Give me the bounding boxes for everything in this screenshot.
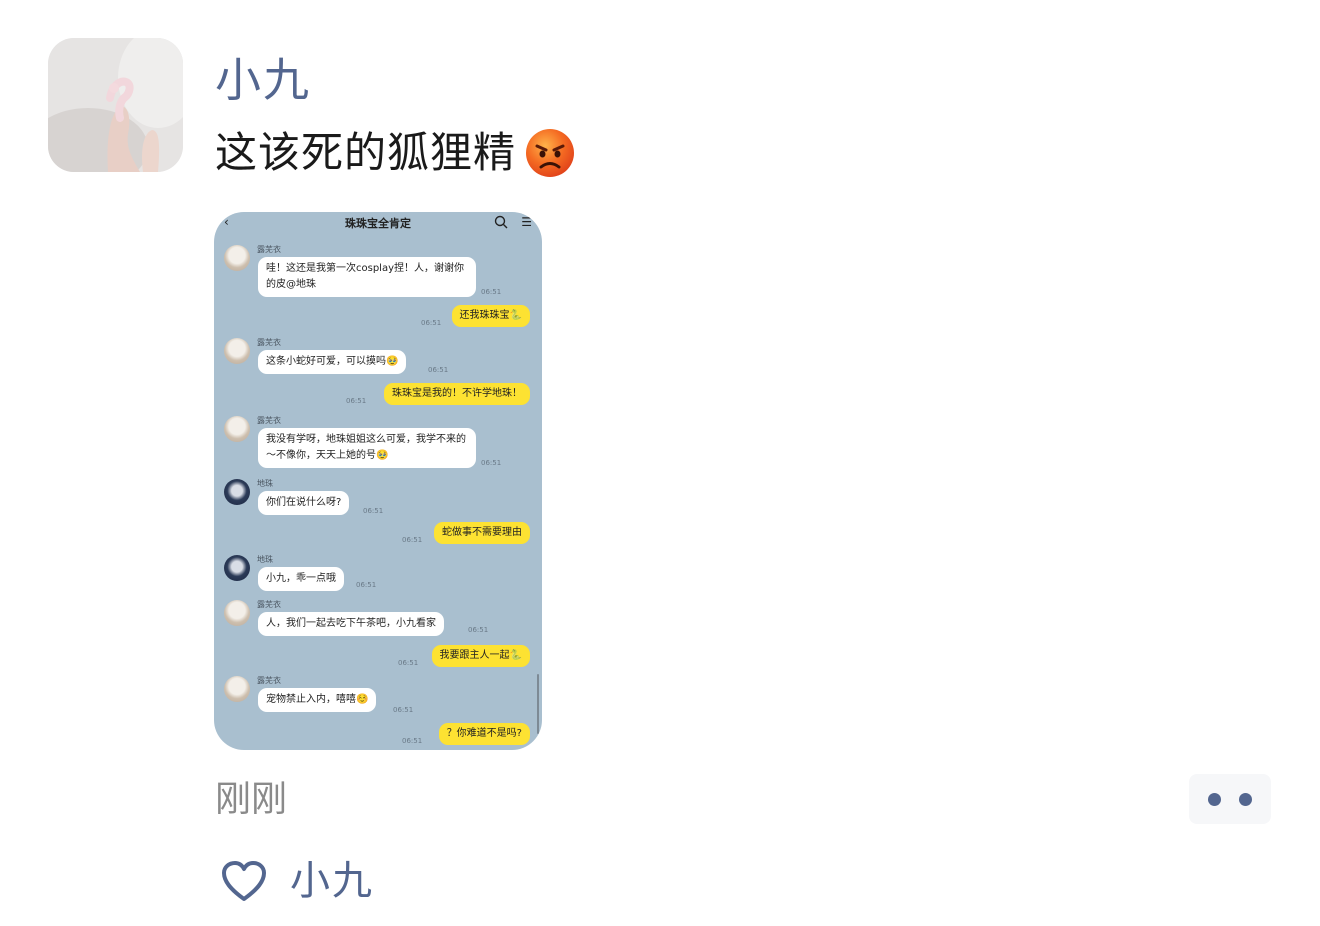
message-bubble: 哇！这还是我第一次cosplay捏！人，谢谢你的皮@地珠	[258, 257, 476, 297]
sender-avatar	[224, 555, 250, 581]
sender-name: 露芜衣	[257, 245, 281, 254]
chat-header: ‹ 珠珠宝全肯定 ☰	[214, 212, 542, 234]
message-bubble: 蛇做事不需要理由	[434, 522, 530, 544]
more-actions-button[interactable]	[1189, 774, 1271, 824]
chat-title: 珠珠宝全肯定	[345, 217, 411, 230]
heart-icon	[220, 859, 268, 903]
angry-face-icon	[524, 127, 576, 179]
message-bubble: 我没有学呀，地珠姐姐这么可爱，我学不来的～不像你，天天上她的号🥹	[258, 428, 476, 468]
chat-screenshot-image[interactable]: ‹ 珠珠宝全肯定 ☰ 露芜衣 哇！这还是我第一次cosplay捏！人，谢谢你的皮…	[214, 212, 542, 750]
message-time: 06:51	[393, 706, 414, 714]
post-text: 这该死的狐狸精	[215, 124, 576, 182]
dot-icon	[1208, 793, 1221, 806]
sender-name: 露芜衣	[257, 338, 281, 347]
dot-icon	[1239, 793, 1252, 806]
search-icon	[494, 214, 508, 233]
message-time: 06:51	[468, 626, 489, 634]
message-bubble: 我要跟主人一起🐍	[431, 645, 530, 667]
sender-avatar	[224, 245, 250, 271]
sender-avatar	[224, 479, 250, 505]
message-time: 06:51	[398, 659, 419, 667]
moment-post: 小九 这该死的狐狸精 ‹ 珠珠宝全肯定 ☰ 露芜衣 哇！这还是我第一次cospl…	[0, 0, 1320, 926]
message-bubble: 人，我们一起去吃下午茶吧，小九看家	[258, 612, 444, 636]
message-time: 06:51	[481, 288, 502, 296]
message-time: 06:51	[402, 737, 423, 745]
message-bubble: 你们在说什么呀?	[258, 491, 350, 515]
message-time: 06:51	[356, 581, 377, 589]
sender-name: 露芜衣	[257, 600, 281, 609]
message-bubble: ？你难道不是吗?	[438, 723, 530, 745]
message-bubble: 这条小蛇好可爱，可以摸吗🥹	[258, 350, 407, 374]
scrollbar	[537, 674, 539, 734]
likes-row: 小九	[220, 856, 374, 906]
message-time: 06:51	[363, 507, 384, 515]
post-text-content: 这该死的狐狸精	[215, 128, 517, 177]
message-time: 06:51	[428, 366, 449, 374]
sender-avatar	[224, 600, 250, 626]
sender-avatar	[224, 416, 250, 442]
message-bubble: 还我珠珠宝🐍	[451, 305, 530, 327]
sender-name: 露芜衣	[257, 416, 281, 425]
message-bubble: 小九，乖一点哦	[258, 567, 344, 591]
message-time: 06:51	[346, 397, 367, 405]
message-time: 06:51	[481, 459, 502, 467]
sender-name: 地珠	[257, 555, 273, 564]
liker-name[interactable]: 小九	[290, 856, 374, 906]
sender-avatar	[224, 338, 250, 364]
sender-avatar	[224, 676, 250, 702]
avatar[interactable]	[48, 38, 183, 172]
username[interactable]: 小九	[215, 52, 311, 108]
menu-icon: ☰	[521, 215, 532, 229]
post-time: 刚刚	[215, 779, 288, 820]
sender-name: 地珠	[257, 479, 273, 488]
message-time: 06:51	[402, 536, 423, 544]
message-bubble: 宠物禁止入内，嘻嘻☺️	[258, 688, 377, 712]
message-time: 06:51	[421, 319, 442, 327]
message-bubble: 珠珠宝是我的！不许学地珠！	[384, 383, 530, 405]
sender-name: 露芜衣	[257, 676, 281, 685]
